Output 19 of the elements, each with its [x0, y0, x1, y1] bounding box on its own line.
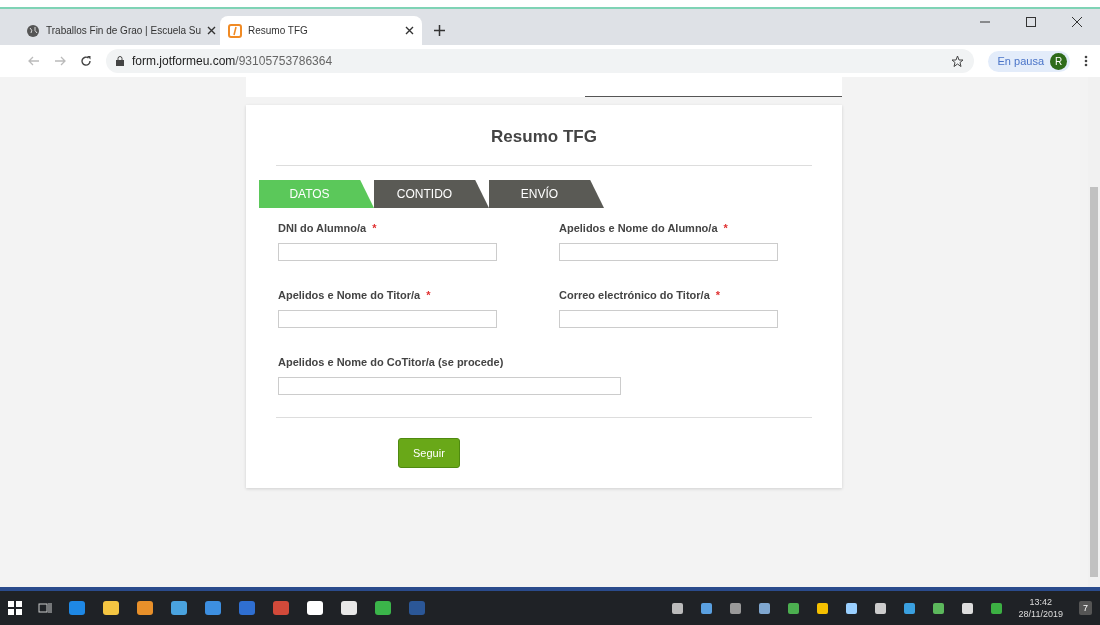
required-mark: *: [426, 289, 431, 301]
required-mark: *: [372, 222, 377, 234]
field-label: Apelidos e Nome do Alumno/a: [559, 222, 718, 234]
notification-badge[interactable]: 7: [1079, 601, 1092, 615]
required-mark: *: [715, 289, 721, 301]
address-bar[interactable]: form.jotformeu.com/93105753786364: [106, 49, 974, 73]
required-mark: *: [723, 222, 728, 234]
field-label: Apelidos e Nome do Titor/a: [278, 289, 421, 301]
profile-button[interactable]: En pausa R: [987, 50, 1070, 72]
browser-tab[interactable]: Traballos Fin de Grao | Escuela Su: [18, 16, 220, 45]
field-label: Apelidos e Nome do CoTitor/a (se procede): [278, 356, 504, 368]
browser-tab[interactable]: Resumo TFG: [220, 16, 422, 45]
step-tab[interactable]: ENVÍO: [489, 180, 604, 208]
form-title: Resumo TFG: [490, 127, 598, 147]
avatar-letter: R: [1050, 52, 1067, 70]
field-label: DNI do Alumno/a: [278, 222, 367, 234]
clock[interactable]: 13:42 28/11/2019: [1018, 597, 1063, 619]
field-label: Correo electrónico do Titor/a: [559, 289, 710, 301]
step-tab[interactable]: CONTIDO: [374, 180, 489, 208]
